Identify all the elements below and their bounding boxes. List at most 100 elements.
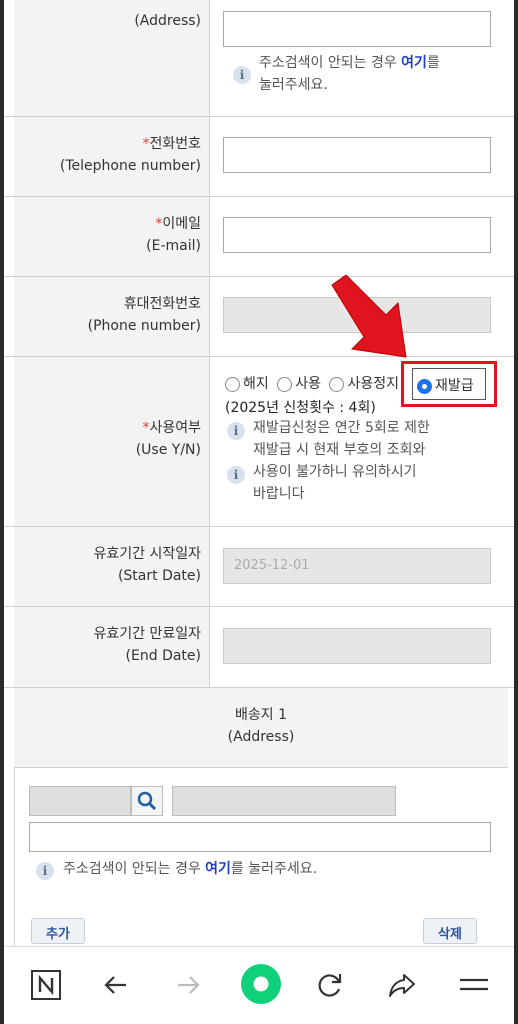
zip-search-button[interactable] bbox=[131, 786, 163, 816]
shipping-subtitle: (Address) bbox=[227, 729, 295, 745]
telephone-value-cell bbox=[211, 117, 514, 196]
start-date-label-en: (Start Date) bbox=[117, 568, 201, 584]
use-label-en: (Use Y/N) bbox=[135, 442, 201, 458]
radio-use-label: 사용 bbox=[295, 376, 321, 392]
address-label-en: (Address) bbox=[134, 13, 201, 29]
start-date-label-ko: 유효기간 시작일자 bbox=[93, 546, 202, 562]
menu-button[interactable] bbox=[454, 965, 494, 1005]
address-label-cell: (Address) bbox=[14, 0, 210, 116]
email-label-en: (E-mail) bbox=[146, 238, 201, 254]
address-detail-input[interactable] bbox=[223, 11, 491, 47]
use-value-cell: 해지 사용 사용정지 재발급 (2025년 신청횟수 : 4회) i 재발급신청… bbox=[211, 357, 514, 526]
end-date-label-ko: 유효기간 만료일자 bbox=[93, 626, 202, 642]
use-label-cell: *사용여부 (Use Y/N) bbox=[14, 357, 210, 526]
end-date-row: 유효기간 만료일자 (End Date) bbox=[4, 607, 514, 688]
telephone-row: *전화번호 (Telephone number) bbox=[4, 117, 514, 197]
address-value-cell: i 주소검색이 안되는 경우 여기를 눌러주세요. bbox=[211, 0, 514, 116]
red-arrow-icon bbox=[331, 275, 407, 358]
info-icon: i bbox=[227, 422, 245, 440]
back-arrow-icon bbox=[104, 976, 126, 994]
radio-reissue-label: 재발급 bbox=[435, 378, 474, 394]
refresh-button[interactable] bbox=[310, 965, 350, 1005]
add-address-button[interactable]: 추가 bbox=[31, 918, 85, 944]
email-value-cell bbox=[211, 197, 514, 276]
radio-cancel[interactable]: 해지 bbox=[225, 373, 269, 393]
phone-label-cell: 휴대전화번호 (Phone number) bbox=[14, 277, 210, 356]
green-circle-icon bbox=[241, 964, 281, 1004]
telephone-input[interactable] bbox=[223, 137, 491, 173]
end-date-input bbox=[223, 628, 491, 664]
detail-address-input[interactable] bbox=[29, 822, 491, 852]
reissue-highlight-box: 재발급 bbox=[401, 361, 497, 407]
delete-address-button[interactable]: 삭제 bbox=[423, 918, 477, 944]
address-search-info: 주소검색이 안되는 경우 여기를 눌러주세요. bbox=[259, 52, 440, 96]
telephone-label-cell: *전화번호 (Telephone number) bbox=[14, 117, 210, 196]
info-icon: i bbox=[233, 66, 251, 84]
forward-arrow-icon bbox=[178, 976, 200, 994]
start-date-value-cell: 2025-12-01 bbox=[211, 527, 514, 606]
zipcode-input[interactable] bbox=[29, 786, 131, 816]
telephone-label-en: (Telephone number) bbox=[59, 158, 201, 174]
address-search-link[interactable]: 여기 bbox=[401, 55, 427, 71]
start-date-input: 2025-12-01 bbox=[223, 548, 491, 584]
green-dot-button[interactable] bbox=[238, 961, 284, 1007]
phone-label-en: (Phone number) bbox=[87, 318, 201, 334]
radio-use[interactable]: 사용 bbox=[277, 373, 321, 393]
radio-reissue[interactable]: 재발급 bbox=[412, 368, 486, 400]
end-date-label: 유효기간 만료일자 (End Date) bbox=[94, 623, 202, 667]
email-label-cell: *이메일 (E-mail) bbox=[14, 197, 210, 276]
shipping-body: i 주소검색이 안되는 경우 여기를 눌러주세요. 추가 삭제 bbox=[14, 768, 508, 948]
use-label: *사용여부 (Use Y/N) bbox=[136, 417, 201, 461]
address-info-line2: 눌러주세요. bbox=[259, 77, 328, 93]
reissue-info-2: 사용이 불가하니 유의하시기바랍니다 bbox=[253, 461, 416, 505]
radio-use-circle[interactable] bbox=[277, 376, 293, 392]
back-button[interactable] bbox=[96, 965, 136, 1005]
radio-suspend-label: 사용정지 bbox=[347, 376, 399, 392]
email-input[interactable] bbox=[223, 217, 491, 253]
reissue-info-2-line2: 바랍니다 bbox=[253, 486, 305, 502]
refresh-icon bbox=[318, 974, 342, 997]
shipping-search-info: 주소검색이 안되는 경우 여기를 눌러주세요. bbox=[63, 858, 317, 880]
end-date-label-cell: 유효기간 만료일자 (End Date) bbox=[14, 607, 210, 687]
start-date-row: 유효기간 시작일자 (Start Date) 2025-12-01 bbox=[4, 527, 514, 607]
email-label: *이메일 (E-mail) bbox=[146, 213, 201, 257]
shipping-title: 배송지 1 bbox=[235, 707, 287, 723]
use-radio-group: 해지 사용 사용정지 bbox=[225, 373, 403, 393]
start-date-label: 유효기간 시작일자 (Start Date) bbox=[94, 543, 202, 587]
shipping-info-text: 주소검색이 안되는 경우 bbox=[63, 861, 206, 877]
address-info-text: 주소검색이 안되는 경우 bbox=[259, 55, 402, 71]
reissue-info-2-line1: 사용이 불가하니 유의하시기 bbox=[253, 464, 417, 480]
radio-suspend-circle[interactable] bbox=[329, 376, 345, 392]
hamburger-menu-icon bbox=[460, 978, 488, 991]
shipping-header: 배송지 1 (Address) bbox=[14, 688, 508, 768]
radio-cancel-label: 해지 bbox=[243, 376, 269, 392]
shipping-search-link[interactable]: 여기 bbox=[205, 861, 231, 877]
base-address-input[interactable] bbox=[172, 786, 396, 816]
reissue-info-1-line2: 재발급 시 현재 부호의 조회와 bbox=[253, 442, 426, 458]
naver-home-button[interactable] bbox=[26, 965, 66, 1005]
phone-label: 휴대전화번호 (Phone number) bbox=[88, 293, 201, 337]
info-icon: i bbox=[36, 862, 54, 880]
search-icon bbox=[137, 791, 157, 811]
use-label-ko: 사용여부 bbox=[149, 420, 201, 436]
radio-cancel-circle[interactable] bbox=[225, 376, 240, 392]
forward-button[interactable] bbox=[168, 965, 208, 1005]
start-date-label-cell: 유효기간 시작일자 (Start Date) bbox=[14, 527, 210, 606]
screen: (Address) i 주소검색이 안되는 경우 여기를 눌러주세요. *전화번… bbox=[4, 0, 514, 1024]
use-row: *사용여부 (Use Y/N) 해지 사용 사용정지 재발급 (2025년 신청횟… bbox=[4, 357, 514, 527]
share-button[interactable] bbox=[382, 965, 422, 1005]
info-icon: i bbox=[227, 466, 245, 484]
end-date-label-en: (End Date) bbox=[125, 648, 201, 664]
reissue-info-1: 재발급신청은 연간 5회로 제한 재발급 시 현재 부호의 조회와 bbox=[253, 417, 430, 461]
email-row: *이메일 (E-mail) bbox=[4, 197, 514, 277]
naver-n-icon bbox=[31, 970, 61, 1000]
address-info-text-post: 를 bbox=[426, 55, 440, 71]
telephone-label: *전화번호 (Telephone number) bbox=[60, 133, 201, 177]
apply-count-text: (2025년 신청횟수 : 4회) bbox=[225, 400, 376, 416]
shipping-info-text-post: 를 눌러주세요. bbox=[230, 861, 318, 877]
address-row: (Address) i 주소검색이 안되는 경우 여기를 눌러주세요. bbox=[4, 0, 514, 117]
radio-reissue-circle[interactable] bbox=[417, 378, 432, 394]
radio-suspend[interactable]: 사용정지 bbox=[329, 373, 399, 393]
browser-nav-bar bbox=[4, 946, 514, 1024]
share-icon bbox=[389, 974, 415, 997]
